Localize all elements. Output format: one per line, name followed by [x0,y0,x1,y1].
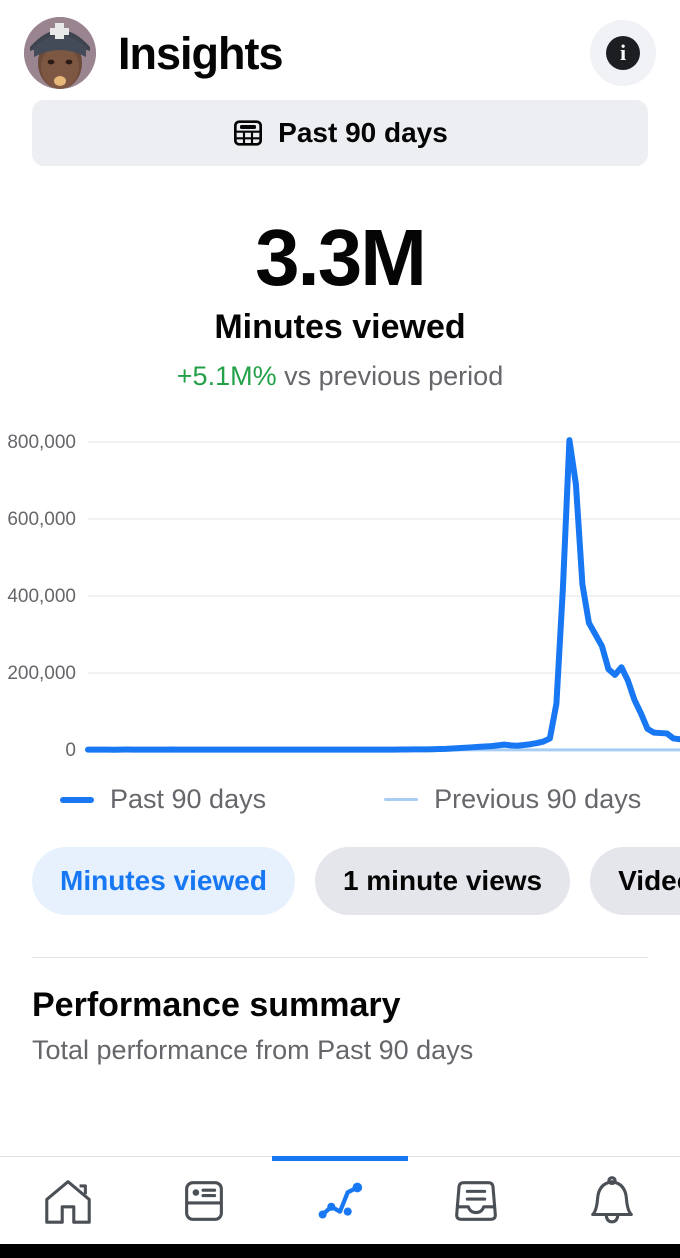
metric-label: Minutes viewed [214,308,466,346]
pages-icon [185,1180,223,1221]
header: Insights i [0,0,680,100]
performance-summary-title: Performance summary [32,986,401,1024]
bell-icon [591,1175,633,1223]
date-range-label: Past 90 days [278,117,448,148]
chart-svg: 800,000 600,000 400,000 200,000 0 [7,432,680,761]
y-axis-tick-label: 0 [65,740,76,761]
calendar-icon [234,120,263,146]
metric-chip-row: Minutes viewed 1 minute views Video en [0,815,680,915]
info-button[interactable]: i [590,20,656,86]
legend-swatch-previous [384,798,419,801]
avatar-image [24,17,96,89]
date-range-button[interactable]: Past 90 days [32,100,648,166]
chart-gridlines [88,441,680,751]
home-icon [45,1179,91,1224]
chart-y-axis-labels: 800,000 600,000 400,000 200,000 0 [7,432,76,761]
insights-icon [318,1182,363,1219]
inbox-icon [455,1180,497,1221]
chip-minutes-viewed[interactable]: Minutes viewed [32,847,295,915]
y-axis-tick-label: 200,000 [7,663,76,684]
nav-pages[interactable] [136,1157,272,1245]
nav-home[interactable] [0,1157,136,1245]
chip-1-minute-views[interactable]: 1 minute views [314,847,571,915]
metric-block: 3.3M Minutes viewed +5.1M% vs previous p… [0,166,680,392]
y-axis-tick-label: 400,000 [7,586,76,607]
chart-legend: Past 90 days Previous 90 days [0,770,680,815]
chart-line-past [85,437,680,753]
home-indicator-bar [0,1244,680,1258]
metric-value: 3.3M [255,213,427,302]
chip-video-engagement[interactable]: Video en [590,847,680,915]
legend-item-previous: Previous 90 days [384,784,641,815]
nav-notifications[interactable] [544,1157,680,1245]
nav-insights[interactable] [272,1157,408,1245]
info-icon: i [606,36,640,70]
y-axis-tick-label: 600,000 [7,509,76,530]
metric-delta-suffix: vs previous period [276,361,504,391]
nav-inbox[interactable] [408,1157,544,1245]
legend-item-past: Past 90 days [60,784,266,815]
metric-delta-value: +5.1M% [176,361,277,391]
metric-delta: +5.1M% vs previous period [0,361,680,392]
y-axis-tick-label: 800,000 [7,432,76,453]
page-title: Insights [118,27,284,79]
bottom-navigation [0,1156,680,1244]
insights-chart[interactable]: 800,000 600,000 400,000 200,000 0 [0,420,680,770]
performance-summary-subtitle: Total performance from Past 90 days [32,1035,474,1065]
legend-swatch-past [60,796,94,803]
date-picker-wrap: Past 90 days [0,100,680,166]
legend-label-past: Past 90 days [110,784,267,814]
legend-label-previous: Previous 90 days [434,784,642,814]
insights-screen: Insights i Past 90 days 3.3M Minutes vie… [0,0,680,1258]
profile-avatar[interactable] [24,17,96,89]
performance-summary: Performance summary Total performance fr… [0,958,680,1066]
